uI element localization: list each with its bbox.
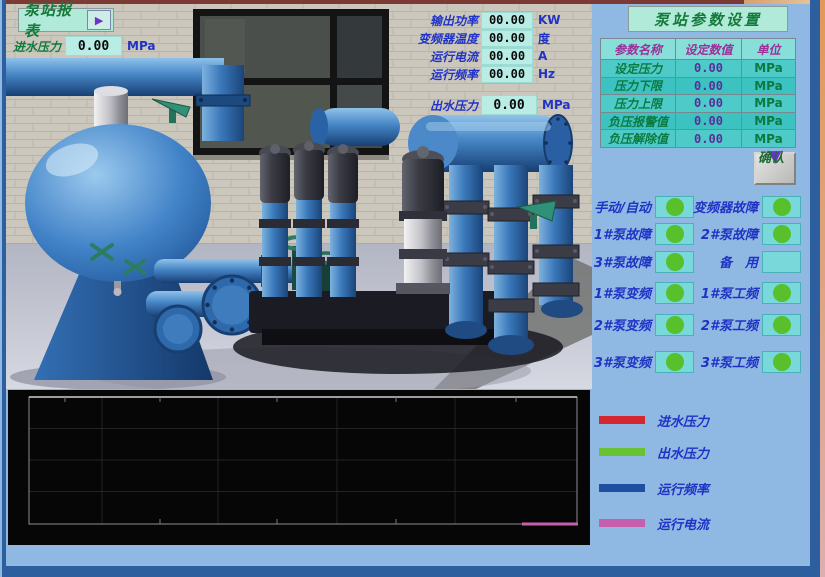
inlet-pressure-unit: MPa: [127, 39, 156, 53]
status-lamp: [762, 351, 801, 373]
param-value-field[interactable]: 0.00: [676, 113, 742, 131]
param-name: 负压解除值: [601, 130, 676, 148]
readout-label: 运行频率: [402, 66, 478, 83]
foreground-pump: [396, 146, 450, 294]
report-button-label: 泵站报表: [24, 0, 87, 41]
readout-unit: KW: [538, 13, 561, 27]
settings-table: 参数名称 设定数值 单位 设定压力 0.00 MPa 压力下限 0.00 MPa…: [600, 38, 796, 148]
settings-row: 设定压力 0.00 MPa: [601, 60, 796, 78]
status-lamp: [762, 223, 801, 245]
readout-row: 运行电流 00.00 A: [402, 47, 547, 65]
inlet-pressure-readout: 进水压力 0.00 MPa: [13, 36, 156, 56]
bottom-border: [2, 566, 820, 577]
header-unit: 单位: [742, 39, 796, 60]
left-border: [2, 0, 6, 577]
indicator-vfd-fault: 变频器故障: [655, 195, 801, 218]
indicator-pump2-fault: 2#泵故障: [655, 222, 801, 245]
outlet-pressure-readout: 出水压力 0.00 MPa: [402, 96, 571, 114]
param-unit: MPa: [742, 60, 796, 78]
report-button[interactable]: 泵站报表 ▶: [18, 8, 114, 32]
vertical-pumps: [259, 141, 359, 297]
legend-swatch-green: [599, 448, 645, 456]
param-unit: MPa: [742, 95, 796, 113]
indicator-pump1-mains: 1#泵工频: [655, 281, 801, 304]
legend-item-current: 运行电流: [599, 515, 709, 531]
readout-label: 输出功率: [402, 12, 478, 29]
readout-unit: 度: [538, 30, 550, 47]
settings-row: 负压解除值 0.00 MPa: [601, 130, 796, 148]
settings-table-header: 参数名称 设定数值 单位: [601, 39, 796, 60]
status-lamp: [762, 196, 801, 218]
play-triangle-icon[interactable]: ▶: [87, 10, 111, 30]
indicator-spare: 备 用: [655, 250, 801, 273]
readout-value: 00.00: [481, 66, 533, 83]
readout-row: 输出功率 00.00 KW: [402, 11, 561, 29]
outlet-pressure-label: 出水压力: [402, 97, 478, 114]
status-lamp: [762, 282, 801, 304]
trend-chart: [8, 390, 590, 545]
readout-value: 00.00: [481, 48, 533, 65]
right-tan-sliver: [820, 0, 825, 577]
readout-label: 运行电流: [402, 48, 478, 65]
param-name: 设定压力: [601, 60, 676, 78]
readout-unit: Hz: [538, 67, 555, 81]
readout-value: 00.00: [481, 30, 533, 47]
inlet-pressure-value: 0.00: [65, 36, 122, 56]
param-unit: MPa: [742, 113, 796, 131]
settings-panel-title: 泵站参数设置: [628, 6, 788, 32]
indicator-pump3-mains: 3#泵工频: [655, 350, 801, 373]
header-param-name: 参数名称: [601, 39, 676, 60]
readout-row: 变频器温度 00.00 度: [402, 29, 550, 47]
readout-label: 变频器温度: [402, 30, 478, 47]
indicator-pump2-mains: 2#泵工频: [655, 313, 801, 336]
status-lamp-empty: [762, 251, 801, 273]
legend-swatch-blue: [599, 484, 645, 492]
rear-header-pipe: [316, 108, 400, 146]
legend-swatch-red: [599, 416, 645, 424]
confirm-button-label: 确认: [748, 154, 794, 164]
legend-swatch-magenta: [599, 519, 645, 527]
inlet-pressure-label: 进水压力: [13, 38, 63, 55]
param-name: 压力下限: [601, 78, 676, 96]
outlet-pressure-value: 0.00: [481, 95, 537, 115]
legend-item-outlet-pressure: 出水压力: [599, 444, 709, 460]
readout-row: 运行频率 00.00 Hz: [402, 65, 555, 83]
top-maroon-strip: [6, 0, 744, 4]
settings-row: 负压报警值 0.00 MPa: [601, 113, 796, 131]
param-value-field[interactable]: 0.00: [676, 130, 742, 148]
readout-value: 00.00: [481, 12, 533, 29]
settings-row: 压力下限 0.00 MPa: [601, 78, 796, 96]
param-unit: MPa: [742, 78, 796, 96]
param-value-field[interactable]: 0.00: [676, 78, 742, 96]
param-name: 负压报警值: [601, 113, 676, 131]
hmi-screen: 泵站报表 ▶ 进水压力 0.00 MPa 输出功率 00.00 KW 变频器温度…: [0, 0, 825, 577]
param-value-field[interactable]: 0.00: [676, 60, 742, 78]
param-unit: MPa: [742, 130, 796, 148]
readout-unit: A: [538, 49, 547, 63]
legend-item-inlet-pressure: 进水压力: [599, 412, 709, 428]
outlet-pressure-unit: MPa: [542, 98, 571, 112]
param-value-field[interactable]: 0.00: [676, 95, 742, 113]
settings-row: 压力上限 0.00 MPa: [601, 95, 796, 113]
param-name: 压力上限: [601, 95, 676, 113]
status-lamp: [762, 314, 801, 336]
confirm-button[interactable]: ▼ 确认: [754, 152, 796, 185]
header-set-value: 设定数值: [676, 39, 742, 60]
right-border: [810, 0, 820, 577]
legend-item-frequency: 运行频率: [599, 480, 709, 496]
